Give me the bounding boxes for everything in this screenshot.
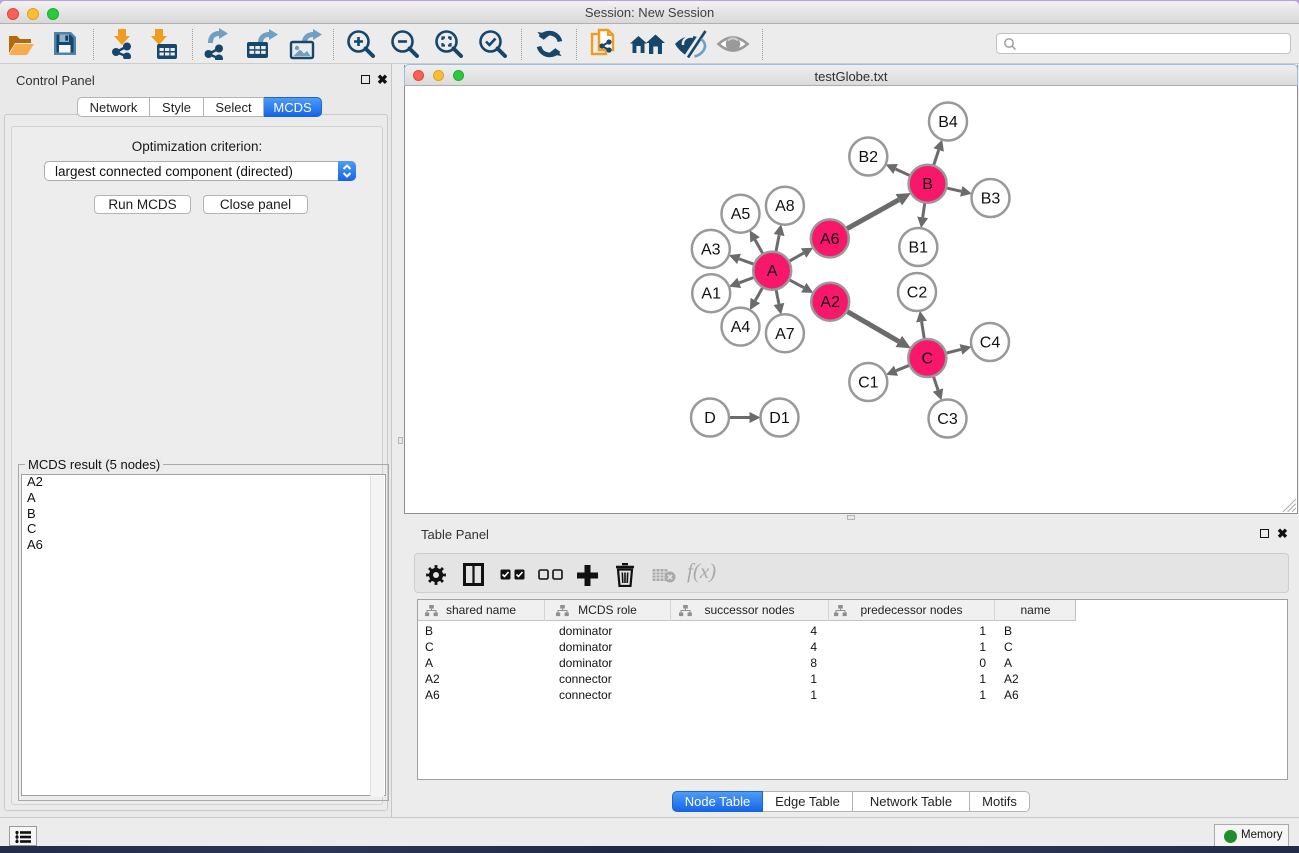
svg-text:B2: B2 [859, 149, 879, 166]
svg-text:B3: B3 [981, 191, 1001, 208]
svg-text:C1: C1 [858, 375, 879, 392]
svg-text:C3: C3 [937, 411, 958, 428]
svg-text:B: B [922, 176, 933, 193]
svg-text:B1: B1 [909, 240, 929, 257]
svg-text:B4: B4 [938, 114, 958, 131]
svg-text:A: A [767, 263, 778, 280]
svg-text:A5: A5 [731, 206, 751, 223]
svg-text:C: C [922, 351, 934, 368]
svg-text:C4: C4 [980, 335, 1001, 352]
svg-text:A2: A2 [820, 294, 840, 311]
svg-text:A7: A7 [775, 326, 795, 343]
svg-text:A6: A6 [820, 231, 840, 248]
svg-text:A4: A4 [731, 319, 751, 336]
svg-text:A1: A1 [701, 286, 721, 303]
svg-text:D: D [704, 410, 716, 427]
svg-text:A3: A3 [701, 241, 721, 258]
svg-text:D1: D1 [769, 410, 790, 427]
svg-text:A8: A8 [775, 198, 795, 215]
svg-text:C2: C2 [907, 285, 928, 302]
